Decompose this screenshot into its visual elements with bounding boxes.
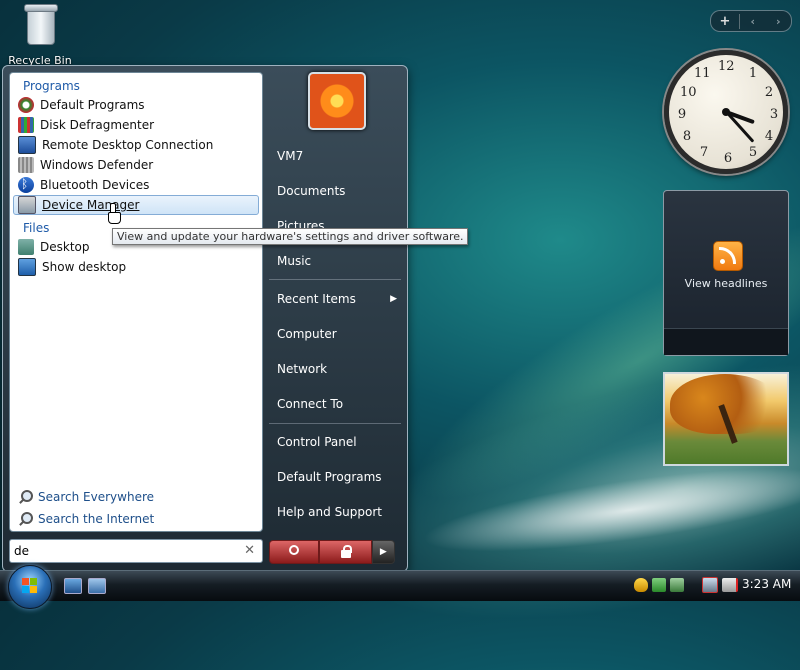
music-link[interactable]: Music [277,244,401,278]
clock-number: 2 [764,85,774,100]
feed-footer [664,328,788,355]
documents-link[interactable]: Documents [277,174,401,208]
add-gadget-button[interactable]: + [711,13,740,29]
windows-defender-tray-icon[interactable] [652,578,666,592]
windows-defender-icon [18,157,34,173]
clock-number: 3 [769,107,779,122]
clock-number: 10 [680,85,697,100]
clear-search-icon[interactable]: ✕ [244,543,255,558]
gadget-next-button[interactable]: › [766,15,792,28]
show-desktop-icon [18,258,36,276]
desktop-folder-icon [18,239,34,255]
clock-number: 9 [677,107,687,122]
clock-center [722,108,730,116]
start-search-input[interactable] [14,542,234,560]
result-label: Default Programs [40,98,145,112]
computer-link[interactable]: Computer [277,317,401,351]
lock-button[interactable] [319,540,372,564]
result-disk-defragmenter[interactable]: Disk Defragmenter [10,115,262,135]
volume-muted-icon[interactable] [722,578,738,592]
user-picture[interactable] [308,72,366,130]
device-manager-tooltip: View and update your hardware's settings… [112,228,469,245]
result-label: Remote Desktop Connection [42,138,214,152]
programs-group-header: Programs [23,79,80,93]
result-label: Windows Defender [40,158,154,172]
result-windows-defender[interactable]: Windows Defender [10,155,262,175]
result-bluetooth-devices[interactable]: Bluetooth Devices [10,174,262,195]
disk-defragmenter-icon [18,117,34,133]
windows-logo-icon [22,578,38,594]
result-default-programs[interactable]: Default Programs [10,95,262,115]
clock-gadget[interactable]: 12 1 2 3 4 5 6 7 8 9 10 11 [664,50,788,174]
start-button[interactable] [8,565,52,609]
default-programs-link[interactable]: Default Programs [277,460,401,494]
result-label: Device Manager [42,198,140,212]
view-headlines-label: View headlines [684,277,768,290]
start-menu: Programs Default Programs Disk Defragmen… [2,65,408,572]
recent-items-link[interactable]: Recent Items ▶ [277,282,401,316]
gadget-prev-button[interactable]: ‹ [740,15,766,28]
result-device-manager[interactable]: Device Manager [13,195,259,215]
recent-items-label: Recent Items [277,292,356,306]
default-programs-icon [18,97,34,113]
recycle-bin-shortcut[interactable]: Recycle Bin [8,2,72,67]
taskbar-clock[interactable]: 3:23 AM [742,577,791,591]
security-shield-icon[interactable] [634,578,648,592]
clock-number: 11 [694,66,711,81]
search-internet-link[interactable]: Search the Internet [10,509,154,529]
remote-desktop-icon [18,136,36,154]
result-label: Desktop [40,240,90,254]
help-and-support-link[interactable]: Help and Support [277,495,401,529]
clock-number: 8 [682,129,692,144]
start-search-box: ✕ [9,539,263,563]
result-label: Bluetooth Devices [40,178,150,192]
sidebar-gadget-toolbar: + ‹ › [710,10,792,32]
clock-number: 4 [764,129,774,144]
clock-number: 7 [699,145,709,160]
submenu-arrow-icon: ▶ [390,294,397,304]
notification-area [634,576,742,594]
show-desktop-quicklaunch-icon[interactable] [64,578,82,594]
bluetooth-icon [18,174,34,194]
menu-separator [269,423,401,424]
hand-cursor-icon [106,203,121,224]
search-everywhere-label: Search Everywhere [38,490,154,504]
search-everywhere-link[interactable]: Search Everywhere [10,487,154,507]
result-show-desktop[interactable]: Show desktop [10,257,262,277]
menu-separator [269,279,401,280]
recycle-bin-icon [23,2,58,45]
network-disconnected-icon[interactable] [702,577,718,593]
device-manager-icon [18,196,36,214]
clock-number: 12 [718,59,735,74]
result-remote-desktop[interactable]: Remote Desktop Connection [10,135,262,155]
connect-to-link[interactable]: Connect To [277,387,401,421]
network-status-icon[interactable] [670,578,684,592]
search-icon [18,512,33,526]
tray-spacer [688,578,698,592]
search-icon [18,490,33,504]
feed-headlines-gadget[interactable]: View headlines [663,190,789,356]
control-panel-link[interactable]: Control Panel [277,425,401,459]
result-label: Show desktop [42,260,127,274]
power-controls: ▶ [269,540,396,564]
start-menu-results-pane: Programs Default Programs Disk Defragmen… [9,72,263,532]
rss-icon [713,241,743,271]
slideshow-gadget[interactable] [663,372,789,466]
power-button[interactable] [269,540,320,564]
clock-number: 5 [748,145,758,160]
clock-number: 1 [748,66,758,81]
shutdown-options-button[interactable]: ▶ [371,540,396,564]
search-internet-label: Search the Internet [38,512,155,526]
switch-windows-quicklaunch-icon[interactable] [88,578,106,594]
result-label: Disk Defragmenter [40,118,155,132]
user-folder-link[interactable]: VM7 [277,139,401,173]
clock-number: 6 [723,151,733,166]
network-link[interactable]: Network [277,352,401,386]
